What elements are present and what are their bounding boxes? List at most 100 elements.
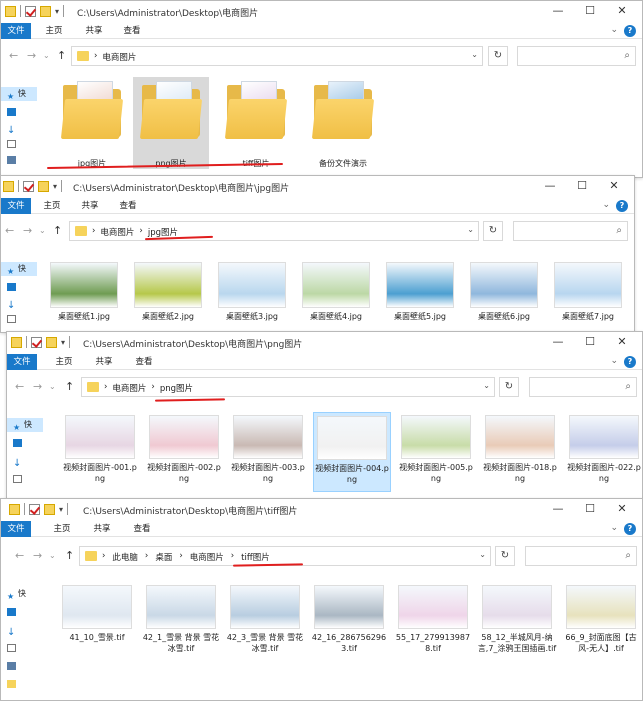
breadcrumb-item[interactable]: tiff图片 (241, 551, 270, 563)
sidebar-item-desktop[interactable] (7, 280, 37, 294)
address-bar[interactable]: › 电商图片 › png图片 ⌄ (81, 377, 495, 397)
properties-icon[interactable] (29, 503, 40, 515)
file-item[interactable]: 桌面壁纸2.jpg (129, 260, 207, 322)
forward-arrow-icon[interactable]: → (23, 224, 32, 237)
back-arrow-icon[interactable]: ← (5, 224, 14, 237)
file-item[interactable]: 41_10_雪景.tif (57, 583, 137, 643)
file-item[interactable]: 视频封面图片-005.png (397, 412, 475, 484)
file-item[interactable]: 视频封面图片-001.png (61, 412, 139, 484)
maximize-button[interactable]: ☐ (574, 3, 606, 19)
breadcrumb-item[interactable]: png图片 (160, 382, 193, 394)
chevron-down-icon[interactable]: ⌄ (471, 50, 478, 59)
tab-home[interactable]: 主页 (39, 198, 65, 214)
folder-item[interactable]: png图片 (133, 77, 209, 169)
breadcrumb-item[interactable]: 此电脑 (112, 551, 138, 563)
tab-share[interactable]: 共享 (81, 23, 107, 39)
file-item[interactable]: 66_9_封面底图【古风-无人】.tif (561, 583, 641, 654)
file-item[interactable]: 42_16_2867562963.tif (309, 583, 389, 654)
sidebar-item-quick-access[interactable]: ★ 快 (7, 418, 43, 432)
sidebar-item-downloads[interactable]: ↓ (13, 454, 43, 469)
chevron-down-icon[interactable]: ⌄ (610, 356, 618, 366)
sidebar-item-desktop[interactable] (13, 436, 43, 450)
file-item[interactable]: 42_3_雪景 背景 雪花 冰雪.tif (225, 583, 305, 654)
tab-share[interactable]: 共享 (91, 354, 117, 370)
up-arrow-icon[interactable]: ↑ (53, 224, 62, 237)
file-item[interactable]: 58_12_半城风月-纳言,7_涂鸦王国插画.tif (477, 583, 557, 654)
minimize-button[interactable]: — (534, 178, 566, 194)
maximize-button[interactable]: ☐ (566, 178, 598, 194)
file-item[interactable]: 视频封面图片-004.png (313, 412, 391, 492)
tab-share[interactable]: 共享 (89, 521, 115, 537)
new-folder-icon[interactable] (38, 180, 49, 192)
breadcrumb-item[interactable]: 电商图片 (100, 226, 134, 238)
close-button[interactable]: ✕ (606, 3, 638, 19)
file-item[interactable]: 桌面壁纸7.jpg (549, 260, 627, 322)
file-item[interactable]: 视频封面图片-003.png (229, 412, 307, 484)
breadcrumb-item[interactable]: 电商图片 (190, 551, 224, 563)
back-arrow-icon[interactable]: ← (9, 49, 18, 62)
tab-file[interactable]: 文件 (1, 521, 31, 537)
chevron-down-icon[interactable]: ▾ (53, 182, 57, 191)
tab-home[interactable]: 主页 (49, 521, 75, 537)
tab-home[interactable]: 主页 (51, 354, 77, 370)
minimize-button[interactable]: — (542, 3, 574, 19)
file-item[interactable]: 视频封面图片-002.png (145, 412, 223, 484)
new-folder-icon[interactable] (44, 503, 55, 515)
sidebar-item-quick-access[interactable]: ★ 快 (7, 587, 37, 601)
file-item[interactable]: 桌面壁纸4.jpg (297, 260, 375, 322)
folder-item[interactable]: jpg图片 (57, 79, 127, 168)
sidebar-item-desktop[interactable] (7, 605, 37, 619)
properties-icon[interactable] (31, 336, 42, 348)
help-icon[interactable]: ? (616, 200, 628, 212)
refresh-button[interactable]: ↻ (499, 377, 519, 397)
up-arrow-icon[interactable]: ↑ (65, 549, 74, 562)
chevron-down-icon[interactable]: ⌄ (483, 381, 490, 390)
folder-item[interactable]: 备份文件演示 (303, 79, 383, 168)
chevron-down-icon[interactable]: ▾ (59, 505, 63, 514)
maximize-button[interactable]: ☐ (574, 501, 606, 517)
sidebar-item-downloads[interactable]: ↓ (7, 623, 37, 638)
up-arrow-icon[interactable]: ↑ (57, 49, 66, 62)
file-item[interactable]: 55_17_2799139878.tif (393, 583, 473, 654)
file-item[interactable]: 桌面壁纸5.jpg (381, 260, 459, 322)
sidebar-item-desktop[interactable] (7, 105, 37, 119)
help-icon[interactable]: ? (624, 356, 636, 368)
sidebar-item-documents[interactable] (7, 641, 37, 655)
tab-home[interactable]: 主页 (41, 23, 67, 39)
file-item[interactable]: 桌面壁纸3.jpg (213, 260, 291, 322)
refresh-button[interactable]: ↻ (488, 46, 508, 66)
help-icon[interactable]: ? (624, 523, 636, 535)
tab-view[interactable]: 查看 (115, 198, 141, 214)
file-item[interactable]: 视频封面图片-018.png (481, 412, 559, 484)
minimize-button[interactable]: — (542, 334, 574, 350)
sidebar-item-pictures[interactable] (7, 153, 37, 167)
properties-icon[interactable] (23, 180, 34, 192)
file-item[interactable]: 视频封面图片-022.png (565, 412, 642, 484)
chevron-down-icon[interactable]: ⌄ (479, 550, 486, 559)
refresh-button[interactable]: ↻ (495, 546, 515, 566)
search-input[interactable]: ⌕ (525, 546, 637, 566)
chevron-down-icon[interactable]: ⌄ (610, 25, 618, 35)
sidebar-item-quick-access[interactable]: ★ 快 (1, 87, 37, 101)
tab-file[interactable]: 文件 (1, 23, 31, 39)
chevron-down-icon[interactable]: ⌄ (602, 200, 610, 210)
address-bar[interactable]: › 电商图片 ⌄ (71, 46, 483, 66)
address-bar[interactable]: › 电商图片 › jpg图片 ⌄ (69, 221, 479, 241)
properties-icon[interactable] (25, 5, 36, 17)
back-arrow-icon[interactable]: ← (15, 380, 24, 393)
sidebar-item-quick-access[interactable]: ★ 快 (1, 262, 37, 276)
chevron-down-icon[interactable]: ▾ (61, 338, 65, 347)
tab-file[interactable]: 文件 (7, 354, 37, 370)
folder-item[interactable]: tiff图片 (221, 79, 291, 168)
sidebar-item-documents[interactable] (7, 312, 37, 326)
up-arrow-icon[interactable]: ↑ (65, 380, 74, 393)
maximize-button[interactable]: ☐ (574, 334, 606, 350)
file-item[interactable]: 桌面壁纸6.jpg (465, 260, 543, 322)
chevron-down-icon[interactable]: ⌄ (39, 226, 46, 235)
chevron-down-icon[interactable]: ⌄ (49, 382, 56, 391)
chevron-down-icon[interactable]: ⌄ (610, 523, 618, 533)
new-folder-icon[interactable] (46, 336, 57, 348)
refresh-button[interactable]: ↻ (483, 221, 503, 241)
tab-view[interactable]: 查看 (119, 23, 145, 39)
search-input[interactable]: ⌕ (529, 377, 637, 397)
